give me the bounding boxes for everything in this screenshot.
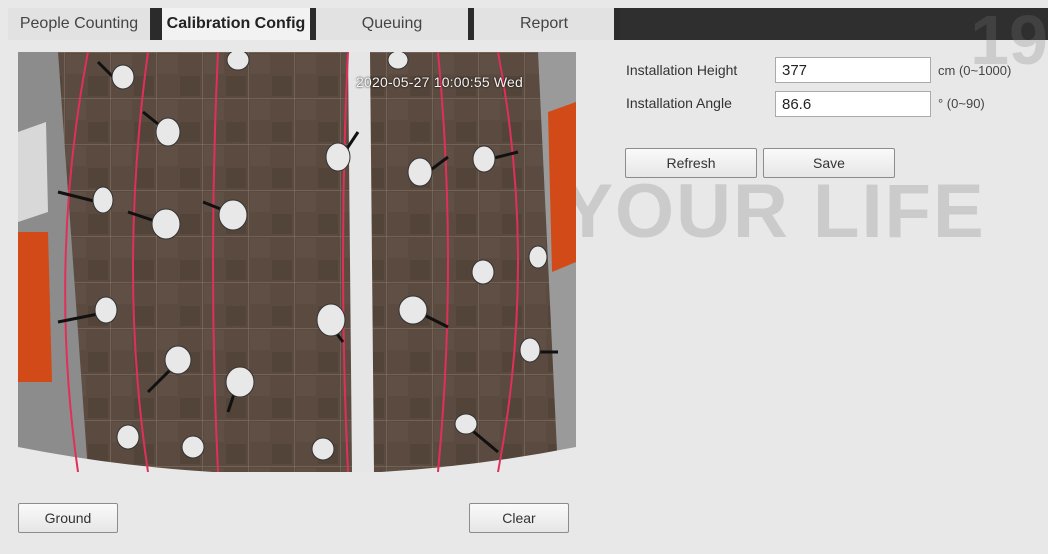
tab-people-counting[interactable]: People Counting [8,8,156,40]
tab-calibration-config[interactable]: Calibration Config [156,8,316,40]
installation-height-unit: cm (0~1000) [938,63,1012,78]
tab-bar: People Counting Calibration Config Queui… [0,0,1048,40]
tab-report[interactable]: Report [474,8,620,40]
video-preview[interactable]: 2020-05-27 10:00:55 Wed [18,52,576,472]
tab-bar-fill [620,8,1048,40]
installation-angle-input[interactable] [775,91,931,117]
ground-button[interactable]: Ground [18,503,118,533]
clear-button[interactable]: Clear [469,503,569,533]
installation-height-input[interactable] [775,57,931,83]
installation-height-label: Installation Height [626,62,738,78]
fisheye-floor-image [18,52,576,472]
save-button[interactable]: Save [763,148,895,178]
tab-queuing[interactable]: Queuing [316,8,474,40]
refresh-button[interactable]: Refresh [625,148,757,178]
installation-angle-label: Installation Angle [626,95,732,111]
installation-angle-unit: ° (0~90) [938,96,985,111]
video-timestamp: 2020-05-27 10:00:55 Wed [356,74,524,90]
